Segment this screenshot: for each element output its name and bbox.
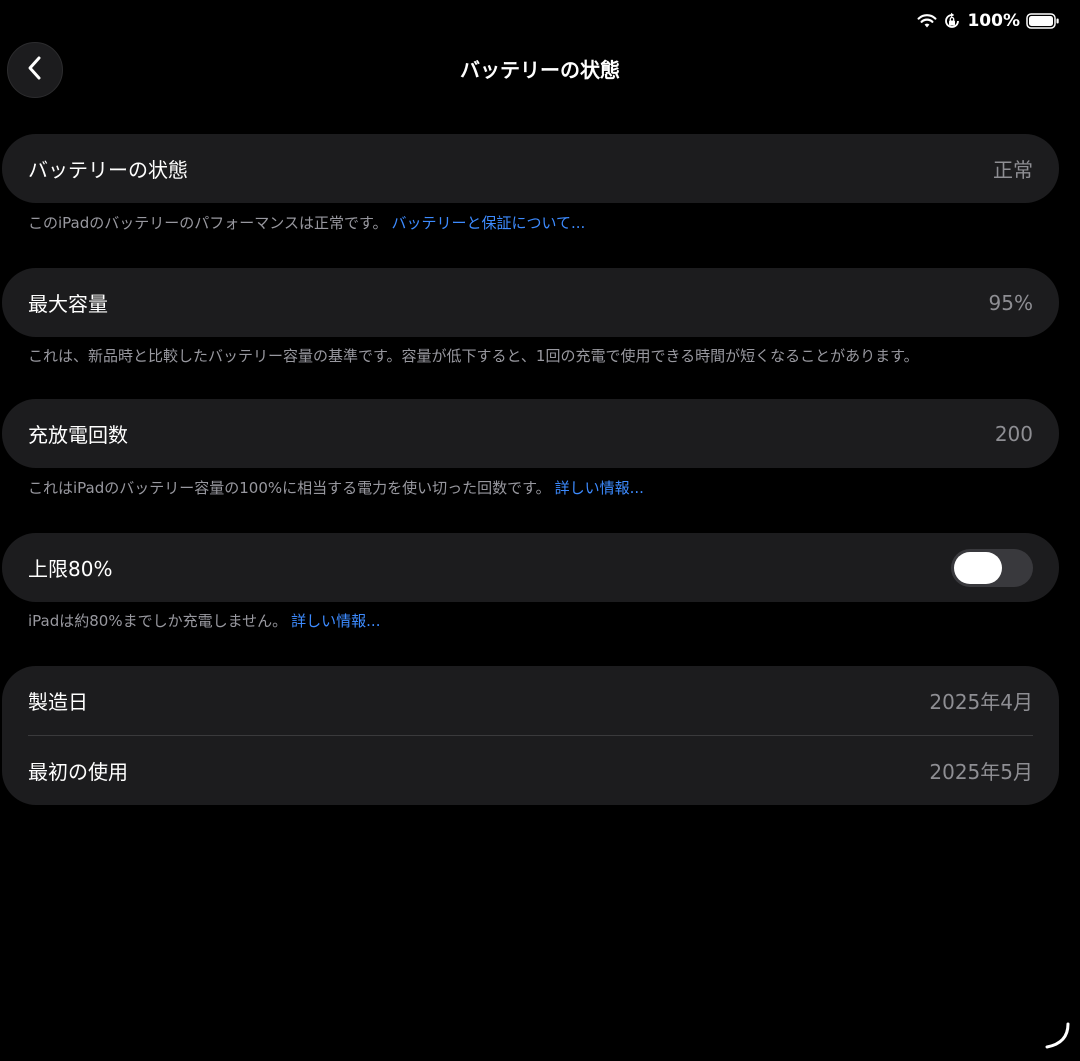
charge-limit-label: 上限80%: [28, 557, 113, 581]
battery-percent: 100%: [967, 11, 1020, 31]
corner-resize-handle: [1042, 1019, 1076, 1057]
max-capacity-footnote: これは、新品時と比較したバッテリー容量の基準です。容量が低下すると、1回の充電で…: [28, 345, 919, 367]
battery-fill: [1029, 16, 1053, 26]
cycle-count-value: 200: [994, 421, 1033, 446]
max-capacity-footnote-text: これは、新品時と比較したバッテリー容量の基準です。容量が低下すると、1回の充電で…: [28, 347, 919, 365]
charge-limit-row: 上限80%: [2, 533, 1059, 602]
manufacture-date-label: 製造日: [28, 690, 88, 714]
cycle-count-footnote: これはiPadのバッテリー容量の100%に相当する電力を使い切った回数です。 詳し…: [28, 477, 644, 499]
battery-health-value: 正常: [993, 158, 1033, 182]
max-capacity-row: 最大容量 95%: [2, 268, 1059, 337]
charge-limit-card: 上限80%: [2, 533, 1059, 602]
charge-limit-more-info-link[interactable]: 詳しい情報...: [291, 612, 380, 630]
first-use-label: 最初の使用: [28, 760, 128, 784]
battery-warranty-link[interactable]: バッテリーと保証について...: [391, 214, 585, 232]
page-title: バッテリーの状態: [460, 58, 620, 82]
cycle-count-more-info-link[interactable]: 詳しい情報...: [555, 479, 644, 497]
cycle-count-footnote-text: これはiPadのバッテリー容量の100%に相当する電力を使い切った回数です。: [28, 479, 551, 497]
cycle-count-row: 充放電回数 200: [2, 399, 1059, 468]
battery-health-label: バッテリーの状態: [28, 158, 188, 182]
first-use-row: 最初の使用 2025年5月: [2, 736, 1059, 805]
charge-limit-footnote: iPadは約80%までしか充電しません。 詳しい情報...: [28, 610, 380, 632]
wifi-icon: [917, 13, 937, 29]
charge-limit-toggle[interactable]: [951, 548, 1033, 587]
max-capacity-label: 最大容量: [28, 292, 108, 316]
battery-icon: [1026, 12, 1060, 30]
battery-health-row: バッテリーの状態 正常: [2, 134, 1059, 203]
cycle-count-card: 充放電回数 200: [2, 399, 1059, 468]
status-bar: 100%: [917, 9, 1060, 33]
orientation-lock-icon: [943, 12, 961, 30]
battery-health-footnote: このiPadのバッテリーのパフォーマンスは正常です。 バッテリーと保証について..…: [28, 212, 585, 234]
manufacture-date-row: 製造日 2025年4月: [2, 666, 1059, 735]
max-capacity-value: 95%: [988, 290, 1033, 315]
toggle-knob: [954, 551, 1002, 584]
manufacture-date-value: 2025年4月: [929, 690, 1033, 714]
battery-health-card: バッテリーの状態 正常: [2, 134, 1059, 203]
first-use-value: 2025年5月: [929, 760, 1033, 784]
max-capacity-card: 最大容量 95%: [2, 268, 1059, 337]
dates-card: 製造日 2025年4月 最初の使用 2025年5月: [2, 666, 1059, 805]
cycle-count-label: 充放電回数: [28, 423, 128, 447]
battery-health-footnote-text: このiPadのバッテリーのパフォーマンスは正常です。: [28, 214, 388, 232]
charge-limit-footnote-text: iPadは約80%までしか充電しません。: [28, 612, 288, 630]
